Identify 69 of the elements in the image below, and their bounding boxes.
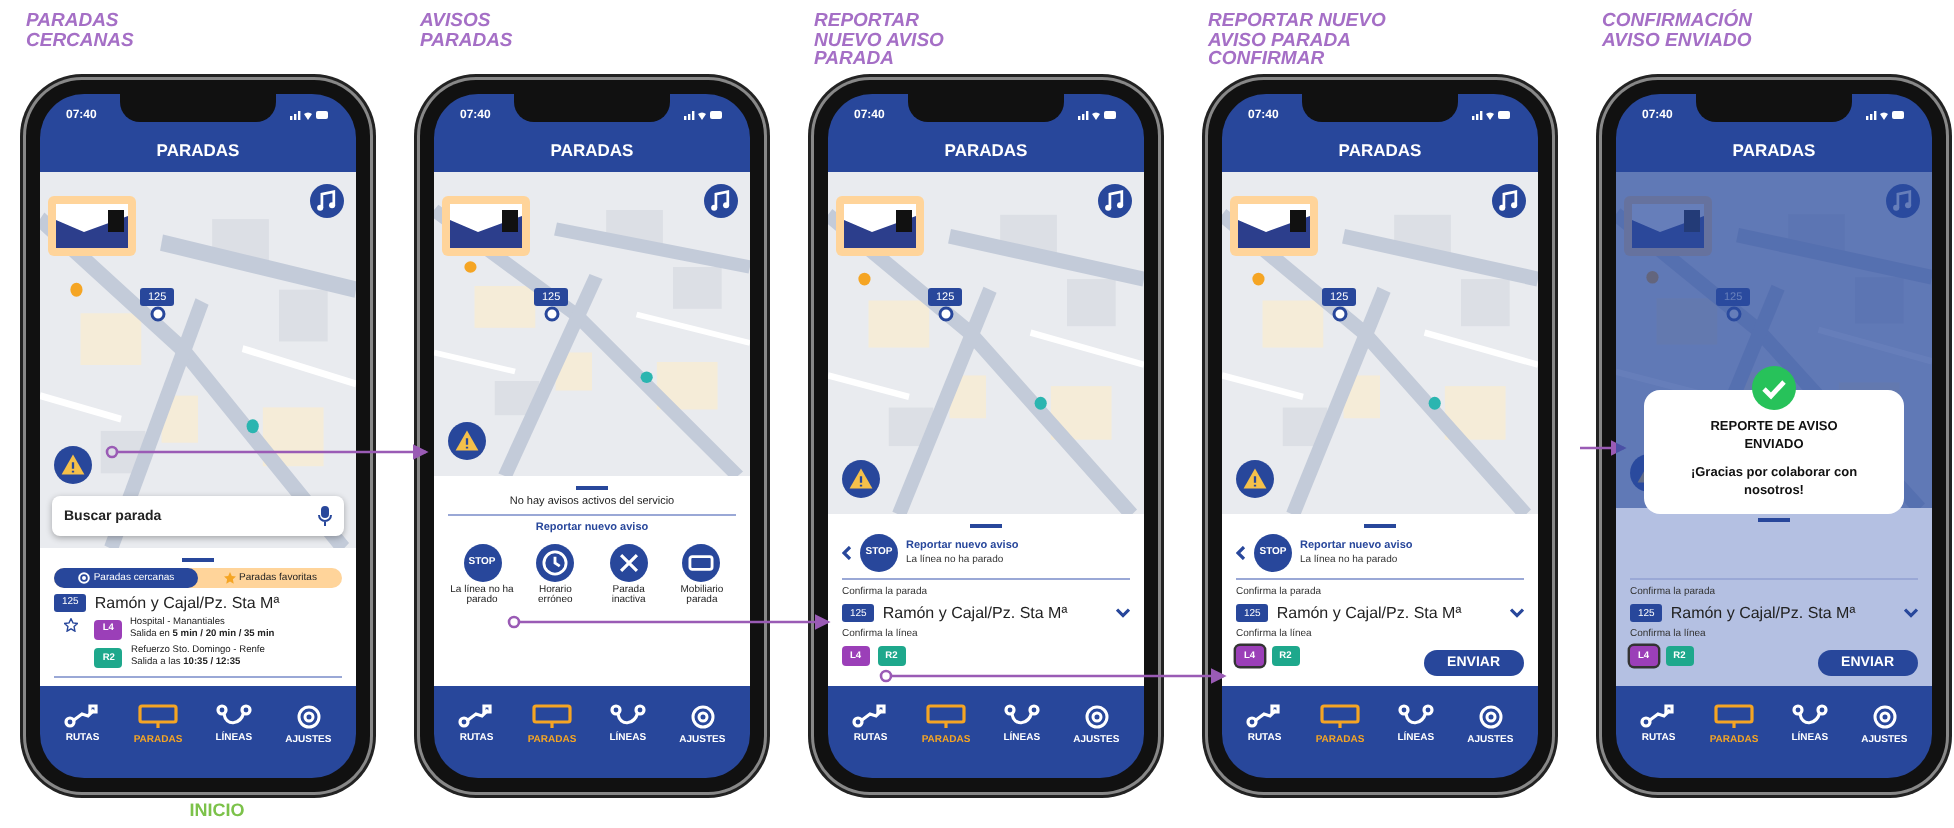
settings-icon [689,703,716,729]
header-title: PARADAS [550,140,634,160]
header-title: PARADAS [944,140,1028,160]
line-curve-icon [609,704,646,728]
line-curve-icon [1791,704,1828,728]
settings-icon [1083,703,1110,729]
signal-battery-icon [290,110,330,120]
mockup-title: PARADAS CERCANAS [24,8,136,55]
line-curve-icon [1397,704,1434,728]
sign-board-icon [531,703,572,729]
mockup-title: AVISOS PARADAS [418,8,515,55]
route-icon [852,704,889,728]
star-icon[interactable] [63,617,78,632]
stop-pin-icon[interactable] [1331,306,1348,322]
warning-icon[interactable] [54,446,92,485]
drag-handle[interactable] [1364,524,1396,528]
line-curve-icon [1003,704,1040,728]
route-icon [458,704,495,728]
clock-icon[interactable] [536,543,575,582]
header-title: PARADAS [156,140,240,160]
sign-board-icon[interactable] [682,543,721,582]
close-icon[interactable] [609,543,648,582]
settings-icon [295,703,322,729]
sign-board-icon [137,703,178,729]
drag-handle[interactable] [970,524,1002,528]
signal-battery-icon [1866,110,1906,120]
warning-icon[interactable] [1236,460,1274,499]
music-note-icon[interactable] [1098,184,1132,218]
stop-pin-icon[interactable] [543,306,560,322]
chevron-down-icon [1904,608,1918,618]
signal-battery-icon [1078,110,1118,120]
target-icon [77,571,90,584]
stop-pin-icon[interactable] [937,306,954,322]
warning-icon[interactable] [448,422,486,460]
mockup-title: CONFIRMACIÓN AVISO ENVIADO [1600,7,1755,55]
signal-battery-icon [684,110,724,120]
stop-pin-icon[interactable] [149,306,166,322]
signal-battery-icon [1472,110,1512,120]
back-icon[interactable] [1236,545,1246,560]
sign-board-icon [925,703,966,729]
drag-handle[interactable] [1758,518,1790,522]
settings-icon [1871,703,1898,729]
warning-icon[interactable] [842,460,880,499]
screen-caption: INICIO [189,800,245,820]
music-note-icon[interactable] [1492,184,1526,218]
music-note-icon[interactable] [704,184,738,218]
music-note-icon[interactable] [310,184,344,218]
stop-name: Ramón y Cajal/Pz. Sta Mª [1670,604,1856,622]
microphone-icon[interactable] [318,506,332,527]
header-title: PARADAS [1338,140,1422,160]
stop-name: Ramón y Cajal/Pz. Sta Mª [882,604,1068,622]
sign-board-icon [1713,703,1754,729]
header-title: PARADAS [1732,140,1816,160]
mockup-title: REPORTAR NUEVO AVISO PARADA CONFIRMAR [1206,8,1388,74]
sign-board-icon [1319,703,1360,729]
stop-name: Ramón y Cajal/Pz. Sta Mª [94,593,280,612]
chevron-down-icon [1510,608,1524,618]
route-icon [64,704,101,728]
settings-icon [1477,703,1504,729]
mockup-title: REPORTAR NUEVO AVISO PARADA [812,8,946,74]
back-icon[interactable] [842,545,852,560]
stop-name: Ramón y Cajal/Pz. Sta Mª [1276,604,1462,622]
route-icon [1640,704,1677,728]
route-icon [1246,704,1283,728]
line-curve-icon [215,704,252,728]
star-icon [223,571,236,584]
drag-handle[interactable] [182,558,214,562]
drag-handle[interactable] [576,486,608,489]
chevron-down-icon [1116,608,1130,618]
